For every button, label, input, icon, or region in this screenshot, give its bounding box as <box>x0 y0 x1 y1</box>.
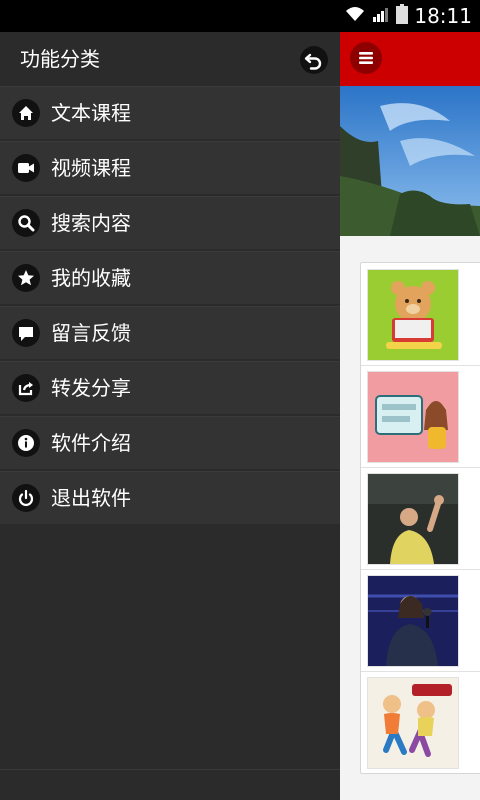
menu-item-label: 软件介绍 <box>51 431 131 455</box>
teacher-waving-thumbnail[interactable] <box>367 473 459 565</box>
banner-image[interactable] <box>340 86 480 236</box>
wifi-icon <box>344 5 366 27</box>
main-content <box>340 32 480 800</box>
menu-item-label: 搜索内容 <box>51 211 131 235</box>
signal-icon <box>372 5 390 27</box>
course-list-card <box>360 262 480 774</box>
search-icon <box>12 209 40 237</box>
info-icon <box>12 429 40 457</box>
row-divider <box>361 671 480 672</box>
row-divider <box>361 365 480 366</box>
navigation-drawer: 功能分类 文本课程 视频课程 搜索内容 我的收藏 留言反馈 转发分享 软件介绍 … <box>0 32 340 800</box>
status-time: 18:11 <box>414 4 472 28</box>
menu-item-favorites[interactable]: 我的收藏 <box>0 251 340 304</box>
grammar-cartoon-thumbnail[interactable] <box>367 677 459 769</box>
menu-item-label: 转发分享 <box>51 376 131 400</box>
menu-button[interactable] <box>350 42 382 74</box>
singer-on-stage-thumbnail[interactable] <box>367 575 459 667</box>
menu-item-label: 留言反馈 <box>51 321 131 345</box>
drawer-title: 功能分类 <box>20 47 100 71</box>
menu-item-label: 退出软件 <box>51 486 131 510</box>
power-icon <box>12 484 40 512</box>
bear-reading-thumbnail[interactable] <box>367 269 459 361</box>
menu-item-about[interactable]: 软件介绍 <box>0 416 340 469</box>
drawer-menu: 文本课程 视频课程 搜索内容 我的收藏 留言反馈 转发分享 软件介绍 退出软件 <box>0 86 340 526</box>
speech-bubble-icon <box>12 319 40 347</box>
row-divider <box>361 467 480 468</box>
menu-item-label: 文本课程 <box>51 101 131 125</box>
menu-item-search[interactable]: 搜索内容 <box>0 196 340 249</box>
share-icon <box>12 374 40 402</box>
menu-item-label: 视频课程 <box>51 156 131 180</box>
status-icons: 18:11 <box>344 4 472 28</box>
home-icon <box>12 99 40 127</box>
drawer-divider <box>0 769 340 770</box>
star-icon <box>12 264 40 292</box>
row-divider <box>361 569 480 570</box>
spoken-chinese-cover-thumbnail[interactable] <box>367 371 459 463</box>
menu-item-share[interactable]: 转发分享 <box>0 361 340 414</box>
back-arrow-icon <box>300 53 328 78</box>
battery-icon <box>396 4 409 28</box>
back-button[interactable] <box>300 46 328 74</box>
menu-item-exit[interactable]: 退出软件 <box>0 471 340 524</box>
menu-item-feedback[interactable]: 留言反馈 <box>0 306 340 359</box>
menu-item-label: 我的收藏 <box>51 266 131 290</box>
top-bar <box>340 32 480 86</box>
drawer-header: 功能分类 <box>0 32 340 86</box>
video-camera-icon <box>12 154 40 182</box>
status-bar: 18:11 <box>0 0 480 32</box>
menu-item-video-courses[interactable]: 视频课程 <box>0 141 340 194</box>
menu-item-text-courses[interactable]: 文本课程 <box>0 86 340 139</box>
hamburger-icon <box>350 52 382 78</box>
